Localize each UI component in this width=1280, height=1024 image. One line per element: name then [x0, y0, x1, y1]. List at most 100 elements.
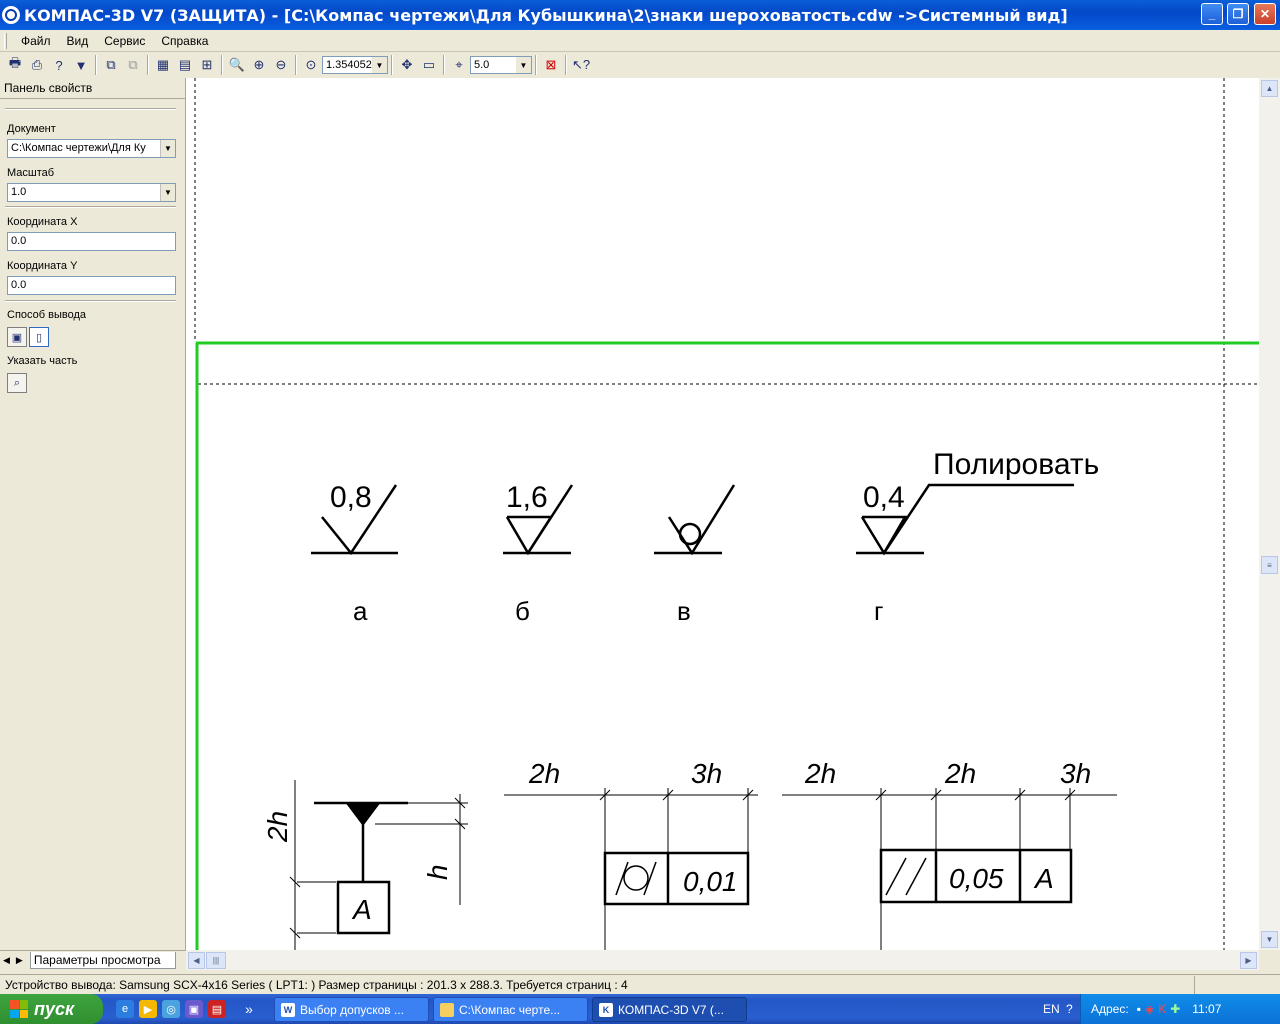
- scroll-down-icon[interactable]: ▼: [1261, 931, 1278, 948]
- tolerance-value-2: 0,05: [949, 863, 1004, 894]
- start-label: пуск: [34, 998, 75, 1019]
- help-icon[interactable]: ?: [48, 54, 70, 76]
- chevron-down-icon[interactable]: ▼: [160, 184, 175, 201]
- status-text: Устройство вывода: Samsung SCX-4x16 Seri…: [0, 975, 1195, 994]
- task-explorer[interactable]: C:\Компас черте...: [433, 997, 588, 1022]
- step-value: 5.0: [474, 59, 490, 71]
- minimize-button[interactable]: _: [1201, 3, 1223, 25]
- network-icon[interactable]: ▪: [1137, 1002, 1141, 1016]
- drawing-canvas[interactable]: 0,8 1,6 0,4 Полировать а б в г 2h 3h 2h …: [186, 78, 1259, 950]
- zoom-icon[interactable]: 🔍: [226, 54, 248, 76]
- scroll-left-icon[interactable]: ◀: [188, 952, 205, 969]
- zoom-combo[interactable]: 1.354052 ▼: [322, 56, 388, 74]
- chevron-right-icon[interactable]: »: [240, 1000, 258, 1018]
- divider: [5, 206, 176, 208]
- coord-x-input[interactable]: 0.0: [7, 232, 176, 251]
- step-icon[interactable]: ⌖: [448, 54, 470, 76]
- address-label: Адрес:: [1091, 1002, 1129, 1016]
- menu-file[interactable]: Файл: [13, 34, 59, 48]
- toolbar-separator: [95, 55, 97, 75]
- task-kompas[interactable]: K КОМПАС-3D V7 (...: [592, 997, 747, 1022]
- properties-panel: Панель свойств Документ C:\Компас чертеж…: [0, 78, 186, 950]
- select-part-label: Указать часть: [7, 355, 78, 367]
- ie-icon[interactable]: e: [116, 1000, 134, 1018]
- toolbar-separator: [443, 55, 445, 75]
- menu-service[interactable]: Сервис: [96, 34, 153, 48]
- tray-app-icon[interactable]: ✚: [1170, 1002, 1180, 1016]
- chevron-down-icon[interactable]: ▼: [516, 57, 531, 73]
- help-question-icon[interactable]: ?: [1066, 1002, 1073, 1016]
- zoom-scale-icon[interactable]: ⊙: [300, 54, 322, 76]
- select-part-icon[interactable]: ⌕: [7, 373, 27, 393]
- dim-h-vertical: h: [422, 864, 453, 880]
- toolbar-separator: [535, 55, 537, 75]
- zoom-out-icon[interactable]: ⊖: [270, 54, 292, 76]
- horizontal-scrollbar[interactable]: ◀ ||| ▶: [186, 950, 1259, 970]
- chevron-down-icon[interactable]: ▼: [372, 57, 387, 73]
- scroll-right-icon[interactable]: ▶: [1240, 952, 1257, 969]
- save-icon[interactable]: ▤: [208, 1000, 226, 1018]
- menu-bar: Файл Вид Сервис Справка: [0, 30, 1280, 52]
- output-method-label: Способ вывода: [7, 309, 86, 321]
- context-help-icon[interactable]: ↖?: [570, 54, 592, 76]
- coord-y-input[interactable]: 0.0: [7, 276, 176, 295]
- pan-icon[interactable]: ✥: [396, 54, 418, 76]
- antivirus-icon[interactable]: K: [1158, 1002, 1166, 1016]
- tab-prev-icon[interactable]: ◀: [0, 955, 13, 966]
- task-word[interactable]: W Выбор допусков ...: [274, 997, 429, 1022]
- chevron-down-icon[interactable]: ▼: [160, 140, 175, 157]
- menu-grip: [4, 32, 7, 49]
- dim-2h: 2h: [944, 758, 976, 789]
- menu-view[interactable]: Вид: [59, 34, 97, 48]
- language-indicator[interactable]: EN: [1043, 1002, 1060, 1016]
- sheets-disabled-icon[interactable]: ⧉: [122, 54, 144, 76]
- scroll-up-icon[interactable]: ▲: [1261, 80, 1278, 97]
- start-button[interactable]: пуск: [0, 994, 103, 1024]
- shield-icon[interactable]: ◈: [1145, 1002, 1154, 1016]
- coord-y-label: Координата Y: [7, 260, 78, 272]
- kompas-app-icon[interactable]: [2, 6, 20, 24]
- output-page-icon[interactable]: ▣: [7, 327, 27, 347]
- menu-help[interactable]: Справка: [153, 34, 216, 48]
- layout-1-icon[interactable]: ▦: [152, 54, 174, 76]
- roughness-value-a: 0,8: [330, 481, 372, 514]
- print-icon[interactable]: 🖶: [4, 54, 26, 76]
- layout-2-icon[interactable]: ▤: [174, 54, 196, 76]
- task-label: C:\Компас черте...: [459, 1002, 561, 1017]
- show-all-icon[interactable]: ▭: [418, 54, 440, 76]
- vertical-scrollbar[interactable]: ▲ ≡ ▼: [1259, 78, 1280, 950]
- media-player-icon[interactable]: ▶: [139, 1000, 157, 1018]
- scale-select[interactable]: 1.0 ▼: [7, 183, 176, 202]
- toolbar-separator: [391, 55, 393, 75]
- system-tray: Адрес: ▪ ◈ K ✚ 11:07: [1080, 994, 1280, 1024]
- maximize-button[interactable]: ❐: [1227, 3, 1249, 25]
- document-select[interactable]: C:\Компас чертежи\Для Ку ▼: [7, 139, 176, 158]
- layout-3-icon[interactable]: ⊞: [196, 54, 218, 76]
- filter-icon[interactable]: ▼: [70, 54, 92, 76]
- tab-view-params[interactable]: Параметры просмотра: [29, 952, 176, 969]
- window-title: КОМПАС-3D V7 (ЗАЩИТА) - [C:\Компас черте…: [24, 5, 1068, 25]
- scroll-thumb[interactable]: |||: [206, 952, 226, 969]
- caption-a: а: [353, 596, 368, 626]
- toolbar-separator: [565, 55, 567, 75]
- tab-next-icon[interactable]: ▶: [13, 955, 26, 966]
- roughness-note: Полировать: [933, 448, 1099, 481]
- dim-2h: 2h: [528, 758, 560, 789]
- divider: [5, 108, 176, 110]
- app-icon[interactable]: ▣: [185, 1000, 203, 1018]
- print-all-icon[interactable]: ⎙: [26, 54, 48, 76]
- scroll-thumb[interactable]: ≡: [1261, 556, 1278, 574]
- dim-2h-vertical: 2h: [262, 811, 293, 843]
- coord-x-label: Координата X: [7, 216, 78, 228]
- browser-icon[interactable]: ◎: [162, 1000, 180, 1018]
- word-icon: W: [281, 1002, 295, 1017]
- dim-3h: 3h: [691, 758, 722, 789]
- close-preview-icon[interactable]: ⊠: [540, 54, 562, 76]
- close-button[interactable]: ✕: [1254, 3, 1276, 25]
- step-combo[interactable]: 5.0 ▼: [470, 56, 532, 74]
- toolbar-separator: [147, 55, 149, 75]
- zoom-in-icon[interactable]: ⊕: [248, 54, 270, 76]
- cylindricity-icon: [615, 861, 657, 896]
- output-sheet-icon[interactable]: ▯: [29, 327, 49, 347]
- copy-sheets-icon[interactable]: ⧉: [100, 54, 122, 76]
